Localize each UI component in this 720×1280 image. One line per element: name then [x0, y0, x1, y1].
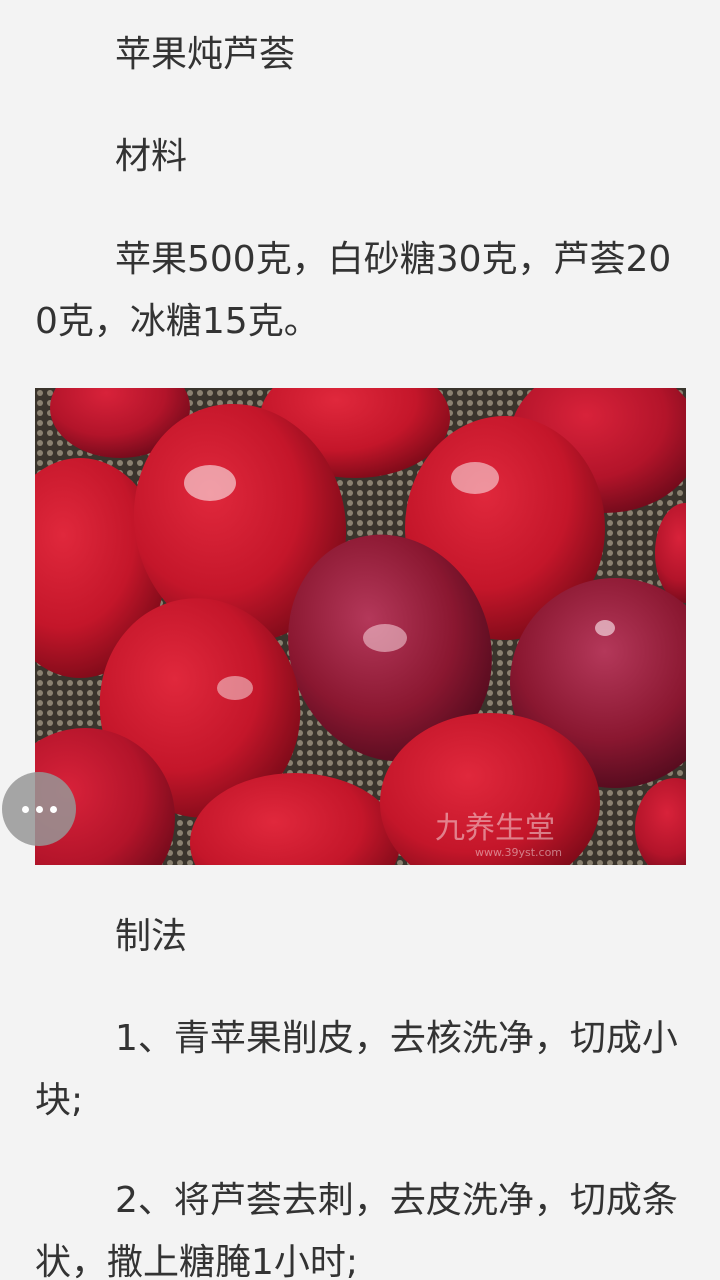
- image-watermark-url: www.39yst.com: [475, 846, 562, 859]
- method-step: 1、青苹果削皮，去核洗净，切成小块;: [35, 1018, 678, 1121]
- floating-more-button[interactable]: [2, 772, 76, 846]
- method-heading: 制法: [115, 916, 188, 957]
- article-title: 苹果炖芦荟: [115, 34, 296, 75]
- method-step: 2、将芦荟去刺，去皮洗净，切成条状，撒上糖腌1小时;: [35, 1180, 678, 1280]
- more-dots-icon: [35, 805, 43, 813]
- more-dots-icon: [21, 805, 29, 813]
- materials-heading: 材料: [115, 136, 188, 177]
- image-watermark: 九养生堂: [435, 811, 555, 846]
- more-dots-icon: [49, 805, 57, 813]
- apples-photo: 九养生堂 www.39yst.com: [35, 388, 686, 865]
- materials-text: 苹果500克，白砂糖30克，芦荟200克，冰糖15克。: [35, 239, 672, 342]
